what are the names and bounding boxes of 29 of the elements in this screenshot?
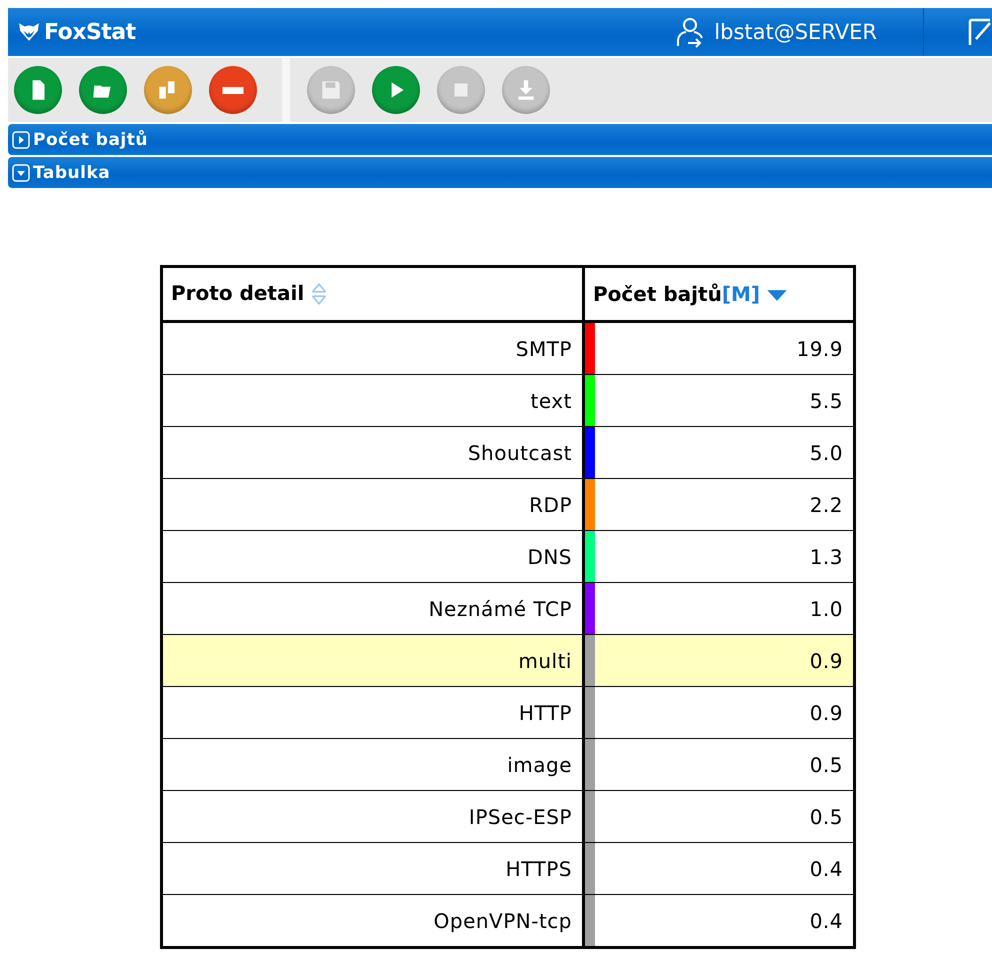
sort-icon (310, 281, 328, 308)
sort-descending-icon (766, 289, 788, 302)
new-button[interactable] (14, 66, 62, 114)
column-header[interactable]: Proto detail (162, 266, 584, 322)
section-header[interactable]: Počet bajtů (8, 124, 992, 155)
minus-icon (222, 86, 244, 94)
column-header[interactable]: Počet bajtů[M] (584, 266, 854, 322)
table-cell: 0.5 (584, 790, 854, 842)
table-cell: 0.9 (584, 634, 854, 686)
play-button[interactable] (372, 66, 420, 114)
app-title: FoxStat (44, 20, 136, 44)
user-account[interactable]: lbstat@SERVER (676, 8, 924, 56)
collapse-icon (12, 164, 30, 182)
table-cell: 5.5 (584, 374, 854, 426)
table-cell: 2.2 (584, 478, 854, 530)
table-cell: 0.4 (584, 842, 854, 894)
copy-button[interactable] (144, 66, 192, 114)
table-cell: 0.5 (584, 738, 854, 790)
fox-logo-icon (18, 22, 40, 42)
table-cell: 5.0 (584, 426, 854, 478)
user-icon (676, 16, 704, 48)
open-button[interactable] (79, 66, 127, 114)
remove-button[interactable] (209, 66, 257, 114)
expand-icon (12, 130, 30, 148)
table-cell: 0.9 (584, 686, 854, 738)
table-cell: 19.9 (584, 322, 854, 374)
table-cell: multi (162, 634, 584, 686)
section-header[interactable]: Tabulka (8, 157, 992, 188)
table-cell: 1.3 (584, 530, 854, 582)
